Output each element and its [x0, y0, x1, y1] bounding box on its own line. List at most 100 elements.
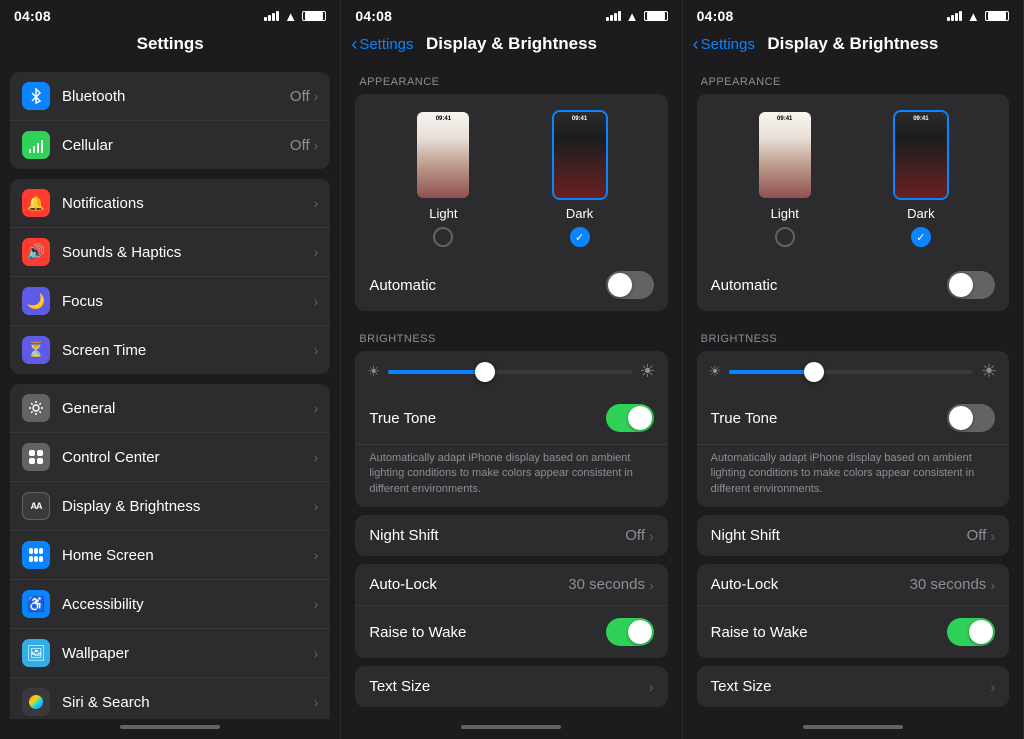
- light-option-d2[interactable]: 09:41 Light: [757, 110, 813, 247]
- settings-row-bluetooth[interactable]: Bluetooth Off ›: [10, 72, 330, 121]
- battery-icon: [302, 11, 326, 21]
- controlcenter-icon: [22, 443, 50, 471]
- appearance-card-d1: 09:41 Light 09:41 Dark ✓: [355, 94, 667, 311]
- truetone-toggle-d1[interactable]: [606, 404, 654, 432]
- wallpaper-icon: 🖼: [22, 639, 50, 667]
- autolock-chevron-d2-icon: ›: [990, 577, 995, 593]
- nightshift-row-d1[interactable]: Night Shift Off ›: [355, 515, 667, 556]
- group-alerts: 🔔 Notifications › 🔊 Sounds & Haptics › 🌙…: [10, 179, 330, 374]
- check-icon-d2: ✓: [916, 231, 925, 244]
- brightness-thumb-d2[interactable]: [804, 362, 824, 382]
- textsize-label-d1: Text Size: [369, 678, 430, 695]
- settings-row-cellular[interactable]: Cellular Off ›: [10, 121, 330, 169]
- sun-small-d2-icon: ☀: [709, 363, 722, 380]
- nightshift-row-d2[interactable]: Night Shift Off ›: [697, 515, 1009, 556]
- nightshift-right-d1: Off ›: [625, 527, 653, 544]
- brightness-card-d1: ☀ ☀ True Tone Automatically adapt iPhone…: [355, 351, 667, 507]
- automatic-toggle-d2[interactable]: [947, 271, 995, 299]
- raisetowake-row-d2: Raise to Wake: [697, 606, 1009, 658]
- settings-row-notifications[interactable]: 🔔 Notifications ›: [10, 179, 330, 228]
- cellular-icon: [22, 131, 50, 159]
- status-bar-d1: 04:08 ▲: [341, 0, 681, 28]
- automatic-toggle-thumb-d1: [608, 273, 632, 297]
- autolock-row-d1[interactable]: Auto-Lock 30 seconds ›: [355, 564, 667, 606]
- textsize-label-d2: Text Size: [711, 678, 772, 695]
- dark-radio-d1[interactable]: ✓: [570, 227, 590, 247]
- settings-row-controlcenter[interactable]: Control Center ›: [10, 433, 330, 482]
- settings-row-siri[interactable]: Siri & Search ›: [10, 678, 330, 719]
- truetone-toggle-d2[interactable]: [947, 404, 995, 432]
- screentime-icon: ⏳: [22, 336, 50, 364]
- textsize-row-d1[interactable]: Text Size ›: [355, 666, 667, 707]
- back-button-d2[interactable]: ‹ Settings: [693, 35, 755, 53]
- general-icon: [22, 394, 50, 422]
- nightshift-label-d2: Night Shift: [711, 527, 780, 544]
- time-d2: 04:08: [697, 8, 734, 24]
- display-settings-d2: APPEARANCE 09:41 Light 09:41: [683, 62, 1023, 719]
- light-option-d1[interactable]: 09:41 Light: [415, 110, 471, 247]
- siri-icon: [22, 688, 50, 716]
- sounds-icon: 🔊: [22, 238, 50, 266]
- notifications-chevron-icon: ›: [314, 195, 319, 211]
- autolock-row-d2[interactable]: Auto-Lock 30 seconds ›: [697, 564, 1009, 606]
- brightness-thumb-d1[interactable]: [475, 362, 495, 382]
- truetone-thumb-d1: [628, 406, 652, 430]
- check-icon-d1: ✓: [575, 231, 584, 244]
- textsize-row-d2[interactable]: Text Size ›: [697, 666, 1009, 707]
- home-indicator-d1: [341, 719, 681, 739]
- display-chevron-icon: ›: [314, 498, 319, 514]
- settings-row-display[interactable]: AA Display & Brightness ›: [10, 482, 330, 531]
- settings-row-focus[interactable]: 🌙 Focus ›: [10, 277, 330, 326]
- automatic-label-d1: Automatic: [369, 277, 436, 294]
- settings-row-accessibility[interactable]: ♿ Accessibility ›: [10, 580, 330, 629]
- status-icons-d2: ▲: [947, 9, 1009, 24]
- signal-d1-icon: [606, 11, 621, 21]
- light-radio-d1[interactable]: [433, 227, 453, 247]
- appearance-options-d2: 09:41 Light 09:41 Dark ✓: [697, 94, 1009, 259]
- cellular-chevron-icon: ›: [314, 137, 319, 153]
- bluetooth-chevron-icon: ›: [314, 88, 319, 104]
- nightshift-label-d1: Night Shift: [369, 527, 438, 544]
- dark-thumb-d1: 09:41: [552, 110, 608, 200]
- home-bar-d2: [803, 725, 903, 729]
- display-panel-1: 04:08 ▲ ‹ Settings Display & Brightness …: [341, 0, 682, 739]
- dark-option-d2[interactable]: 09:41 Dark ✓: [893, 110, 949, 247]
- wallpaper-chevron-icon: ›: [314, 645, 319, 661]
- cellular-value: Off: [290, 137, 310, 154]
- raisetowake-label-d2: Raise to Wake: [711, 624, 808, 641]
- dark-option-d1[interactable]: 09:41 Dark ✓: [552, 110, 608, 247]
- settings-row-homescreen[interactable]: Home Screen ›: [10, 531, 330, 580]
- notifications-icon: 🔔: [22, 189, 50, 217]
- settings-row-wallpaper[interactable]: 🖼 Wallpaper ›: [10, 629, 330, 678]
- settings-list[interactable]: Bluetooth Off › Cellular Off ›: [0, 62, 340, 719]
- bluetooth-value: Off: [290, 88, 310, 105]
- settings-row-sounds[interactable]: 🔊 Sounds & Haptics ›: [10, 228, 330, 277]
- automatic-toggle-thumb-d2: [949, 273, 973, 297]
- homescreen-label: Home Screen: [62, 547, 314, 564]
- raisetowake-toggle-d2[interactable]: [947, 618, 995, 646]
- wifi-d2-icon: ▲: [967, 9, 980, 24]
- dark-radio-d2[interactable]: ✓: [911, 227, 931, 247]
- appearance-card-d2: 09:41 Light 09:41 Dark ✓: [697, 94, 1009, 311]
- back-button-d1[interactable]: ‹ Settings: [351, 35, 413, 53]
- raisetowake-toggle-d1[interactable]: [606, 618, 654, 646]
- settings-row-screentime[interactable]: ⏳ Screen Time ›: [10, 326, 330, 374]
- dark-label-d1: Dark: [566, 206, 593, 221]
- truetone-row-d1: True Tone: [355, 392, 667, 445]
- brightness-track-d2[interactable]: [729, 370, 973, 374]
- brightness-track-d1[interactable]: [388, 370, 632, 374]
- light-label-d2: Light: [771, 206, 799, 221]
- sun-small-d1-icon: ☀: [367, 363, 380, 380]
- general-chevron-icon: ›: [314, 400, 319, 416]
- autolock-value-d1: 30 seconds: [568, 576, 645, 593]
- light-radio-d2[interactable]: [775, 227, 795, 247]
- automatic-toggle-d1[interactable]: [606, 271, 654, 299]
- nightshift-value-d1: Off: [625, 527, 645, 544]
- home-indicator-d2: [683, 719, 1023, 739]
- display-settings-d1: APPEARANCE 09:41 Light 09:41: [341, 62, 681, 719]
- back-chevron-d1-icon: ‹: [351, 35, 357, 53]
- automatic-row-d1: Automatic: [355, 259, 667, 311]
- focus-label: Focus: [62, 293, 314, 310]
- nightshift-right-d2: Off ›: [967, 527, 995, 544]
- settings-row-general[interactable]: General ›: [10, 384, 330, 433]
